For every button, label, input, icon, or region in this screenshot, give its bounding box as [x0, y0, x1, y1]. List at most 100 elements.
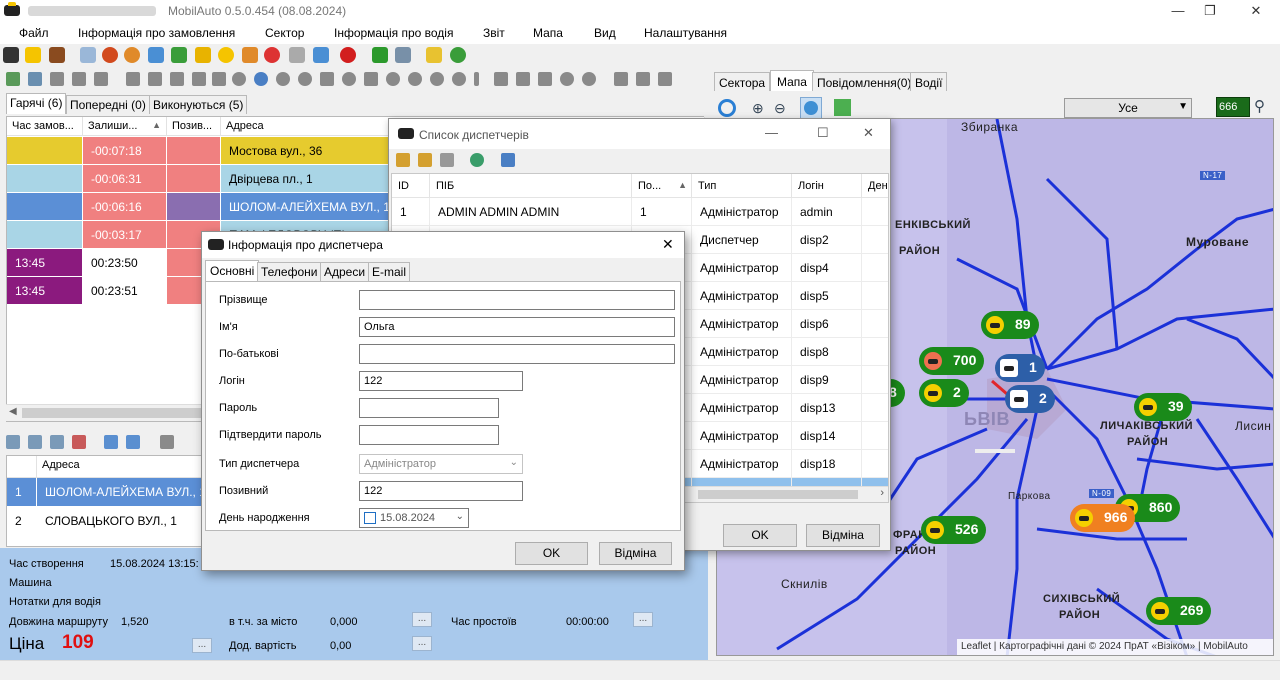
column-header-pos[interactable]: По... ▲: [632, 174, 692, 198]
dispatcher-login-cell[interactable]: disp9: [792, 366, 862, 394]
undo-icon[interactable]: [298, 72, 312, 86]
picture-icon[interactable]: [148, 47, 164, 63]
close-button[interactable]: ✕: [1242, 2, 1270, 20]
next-icon[interactable]: [430, 72, 444, 86]
zoom-out-icon[interactable]: ⊖: [774, 100, 786, 117]
columns-icon[interactable]: [636, 72, 650, 86]
tab-previous[interactable]: Попередні (0): [66, 95, 150, 114]
order-remaining-cell[interactable]: -00:07:18: [83, 137, 167, 165]
exclamation-icon[interactable]: [474, 72, 479, 86]
birthday-datepicker[interactable]: 15.08.2024 ⌄: [359, 508, 469, 528]
dispatcher-login-cell[interactable]: disp6: [792, 310, 862, 338]
arrow-up-icon[interactable]: [104, 435, 118, 449]
order-remaining-cell[interactable]: -00:03:17: [83, 221, 167, 249]
notes-icon[interactable]: [426, 47, 442, 63]
taxi-marker[interactable]: 2: [919, 379, 969, 407]
record-icon[interactable]: [276, 72, 290, 86]
delete-order-icon[interactable]: [50, 72, 64, 86]
menu-map[interactable]: Мапа: [533, 26, 563, 40]
table-icon[interactable]: [658, 72, 672, 86]
ok-button[interactable]: OK: [515, 542, 588, 565]
copy-order-icon[interactable]: [94, 72, 108, 86]
delete-user-icon[interactable]: [440, 153, 454, 167]
search-icon[interactable]: ⚲: [1254, 97, 1265, 115]
price-more-button[interactable]: ...: [192, 638, 212, 653]
tab-drivers[interactable]: Водії: [910, 72, 948, 91]
maximize-button[interactable]: ☐: [817, 125, 829, 141]
dispatcher-pos-cell[interactable]: 1: [632, 198, 692, 226]
tab-hot[interactable]: Гарячі (6): [6, 93, 67, 114]
minimize-button[interactable]: —: [765, 125, 778, 140]
tools-icon[interactable]: [395, 47, 411, 63]
order-remaining-cell[interactable]: -00:06:31: [83, 165, 167, 193]
dispatcher-login-cell[interactable]: disp4: [792, 254, 862, 282]
dispatcher-login-cell[interactable]: disp13: [792, 394, 862, 422]
circle-icon[interactable]: [232, 72, 246, 86]
dispatcher-name-cell[interactable]: ADMIN ADMIN ADMIN: [430, 198, 632, 226]
dispatcher-birthday-cell[interactable]: [862, 226, 888, 254]
dispatcher-login-cell[interactable]: disp5: [792, 282, 862, 310]
envelope-icon[interactable]: [313, 47, 329, 63]
surname-field[interactable]: [359, 290, 675, 310]
tab-addresses[interactable]: Адреси: [320, 262, 370, 281]
warning-icon[interactable]: [195, 47, 211, 63]
order-remaining-cell[interactable]: 00:23:51: [83, 277, 167, 305]
dispatcher-login-cell[interactable]: admin: [792, 198, 862, 226]
tab-map[interactable]: Мапа: [770, 70, 814, 91]
minimize-button[interactable]: —: [1164, 2, 1192, 20]
message-icon[interactable]: [289, 47, 305, 63]
order-callsign-cell[interactable]: [167, 137, 221, 165]
order-time-cell[interactable]: [7, 193, 83, 221]
car-yellow-icon[interactable]: [25, 47, 41, 63]
restore-button[interactable]: ❐: [1196, 2, 1224, 20]
callsign-field[interactable]: 122: [359, 481, 523, 501]
gear-icon[interactable]: [342, 72, 356, 86]
user-red-icon[interactable]: [102, 47, 118, 63]
assign-icon[interactable]: [126, 72, 140, 86]
dispatcher-type-cell[interactable]: Адміністратор: [692, 366, 792, 394]
globe-icon[interactable]: [800, 97, 822, 119]
refresh-icon[interactable]: [148, 72, 162, 86]
cancel-button[interactable]: Відміна: [599, 542, 672, 565]
stand-marker[interactable]: 2: [1005, 385, 1055, 413]
taxi-marker[interactable]: 39: [1134, 393, 1192, 421]
column-header-name[interactable]: ПІБ: [430, 174, 632, 198]
close-button[interactable]: ✕: [662, 236, 674, 253]
check-icon[interactable]: [516, 72, 530, 86]
column-header-id[interactable]: ID: [392, 174, 430, 198]
pie-chart-icon[interactable]: [450, 47, 466, 63]
dispatcher-type-cell[interactable]: Адміністратор: [692, 338, 792, 366]
lock-icon[interactable]: [364, 72, 378, 86]
column-header-birthday[interactable]: Ден: [862, 174, 888, 198]
order-time-cell[interactable]: 13:45: [7, 277, 83, 305]
order-remaining-cell[interactable]: 00:23:50: [83, 249, 167, 277]
idle-more-button[interactable]: ...: [633, 612, 653, 627]
order-time-cell[interactable]: [7, 137, 83, 165]
city-more-button[interactable]: ...: [412, 612, 432, 627]
tab-phones[interactable]: Телефони: [257, 262, 322, 281]
edit-point-icon[interactable]: [50, 435, 64, 449]
taxi-marker[interactable]: 269: [1146, 597, 1212, 625]
menu-report[interactable]: Звіт: [483, 26, 505, 40]
target-icon[interactable]: [254, 72, 268, 86]
remove-point-icon[interactable]: [72, 435, 86, 449]
stand-marker[interactable]: 1: [995, 354, 1045, 382]
add-user-icon[interactable]: [396, 153, 410, 167]
dispatcher-login-cell[interactable]: disp14: [792, 422, 862, 450]
dispatcher-login-cell[interactable]: disp18: [792, 450, 862, 478]
dispatcher-type-cell[interactable]: Адміністратор: [692, 198, 792, 226]
scroll-left-icon[interactable]: ◀: [9, 406, 17, 417]
person-icon[interactable]: [320, 72, 334, 86]
route-row-index[interactable]: 2: [7, 507, 37, 536]
refresh-map-icon[interactable]: [718, 99, 736, 117]
document-icon[interactable]: [80, 47, 96, 63]
trash-icon[interactable]: [160, 435, 174, 449]
arrow-down-icon[interactable]: [126, 435, 140, 449]
login-field[interactable]: 122: [359, 371, 523, 391]
briefcase-icon[interactable]: [49, 47, 65, 63]
edit-order-icon[interactable]: [28, 72, 42, 86]
scroll-right-icon[interactable]: ›: [880, 487, 884, 499]
phone-icon[interactable]: [560, 72, 574, 86]
order-time-cell[interactable]: [7, 221, 83, 249]
refresh-icon[interactable]: [470, 153, 484, 167]
